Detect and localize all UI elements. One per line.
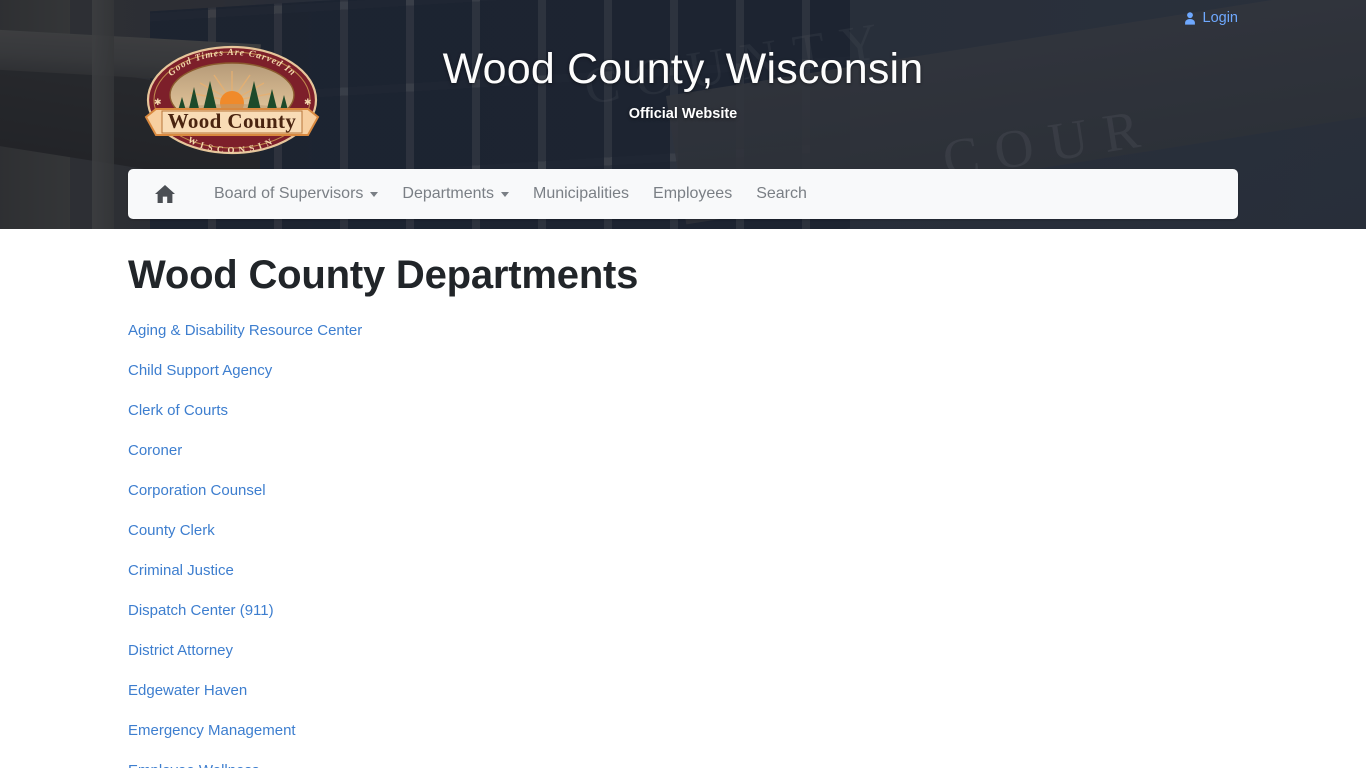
main-content: Wood County Departments Aging & Disabili… [0, 229, 1366, 768]
list-item: Criminal Justice [128, 561, 828, 601]
nav-item-search[interactable]: Search [744, 185, 819, 203]
list-item: Clerk of Courts [128, 401, 828, 441]
department-link[interactable]: Aging & Disability Resource Center [128, 322, 362, 339]
list-item: Coroner [128, 441, 828, 481]
login-label: Login [1202, 10, 1238, 26]
svg-text:✱: ✱ [154, 97, 162, 107]
list-item: Employee Wellness [128, 761, 828, 768]
list-item: County Clerk [128, 521, 828, 561]
svg-text:Wood County: Wood County [168, 109, 297, 133]
department-link[interactable]: Employee Wellness [128, 762, 259, 768]
department-link[interactable]: Child Support Agency [128, 362, 272, 379]
departments-list: Aging & Disability Resource Center Child… [128, 321, 828, 768]
main-navigation: Board of Supervisors Departments Municip… [128, 169, 1238, 219]
nav-item-label: Board of Supervisors [214, 185, 364, 202]
nav-item-municipalities[interactable]: Municipalities [521, 185, 641, 203]
list-item: Edgewater Haven [128, 681, 828, 721]
user-icon [1183, 11, 1197, 26]
nav-item-label: Employees [653, 185, 733, 202]
department-link[interactable]: Emergency Management [128, 722, 296, 739]
home-icon [154, 184, 176, 204]
nav-item-departments[interactable]: Departments [390, 185, 521, 203]
login-link[interactable]: Login [1183, 10, 1238, 26]
department-link[interactable]: Edgewater Haven [128, 682, 247, 699]
department-link[interactable]: County Clerk [128, 522, 215, 539]
wood-county-logo[interactable]: Wood County Good Times Are Carved In WIS… [132, 43, 332, 158]
department-link[interactable]: District Attorney [128, 642, 233, 659]
nav-item-label: Municipalities [533, 185, 630, 202]
page-title: Wood County Departments [128, 253, 639, 297]
chevron-down-icon [370, 191, 379, 197]
department-link[interactable]: Criminal Justice [128, 562, 234, 579]
svg-text:✱: ✱ [304, 97, 312, 107]
list-item: Dispatch Center (911) [128, 601, 828, 641]
department-link[interactable]: Corporation Counsel [128, 482, 266, 499]
list-item: Aging & Disability Resource Center [128, 321, 828, 361]
list-item: Child Support Agency [128, 361, 828, 401]
nav-item-board-of-supervisors[interactable]: Board of Supervisors [202, 185, 390, 203]
list-item: Emergency Management [128, 721, 828, 761]
nav-item-label: Search [756, 185, 807, 202]
department-link[interactable]: Dispatch Center (911) [128, 602, 274, 619]
nav-home-link[interactable] [144, 184, 186, 204]
site-header: COUNTY COUR Login Wood County, Wisconsin… [0, 0, 1366, 229]
nav-item-label: Departments [402, 185, 494, 202]
department-link[interactable]: Coroner [128, 442, 182, 459]
list-item: District Attorney [128, 641, 828, 681]
chevron-down-icon [501, 191, 509, 197]
department-link[interactable]: Clerk of Courts [128, 402, 228, 419]
nav-item-employees[interactable]: Employees [641, 185, 744, 203]
list-item: Corporation Counsel [128, 481, 828, 521]
